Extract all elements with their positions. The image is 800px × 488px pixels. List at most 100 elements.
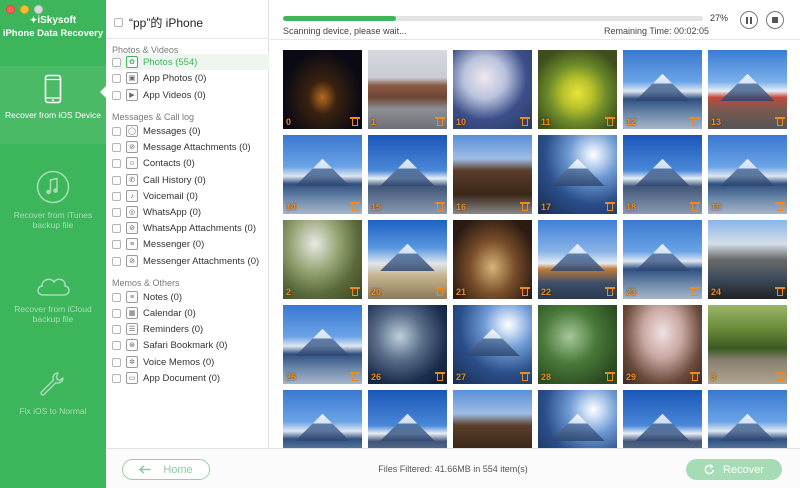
trash-icon[interactable] xyxy=(520,287,530,296)
photo-tile[interactable] xyxy=(708,390,787,448)
photo-tile[interactable]: 16 xyxy=(453,135,532,214)
checkbox[interactable] xyxy=(112,126,121,136)
checkbox[interactable] xyxy=(112,373,121,383)
trash-icon[interactable] xyxy=(350,372,360,381)
checkbox[interactable] xyxy=(112,256,121,266)
photo-tile[interactable]: 12 xyxy=(623,50,702,129)
photo-tile[interactable]: 15 xyxy=(368,135,447,214)
nav-recover-itunes-backup[interactable]: Recover from iTunes backup file xyxy=(0,170,106,230)
home-button[interactable]: Home xyxy=(122,459,210,480)
photo-tile[interactable]: 19 xyxy=(708,135,787,214)
trash-icon[interactable] xyxy=(520,372,530,381)
trash-icon[interactable] xyxy=(775,372,785,381)
photo-tile[interactable]: 18 xyxy=(623,135,702,214)
category-call-history[interactable]: ✆ Call History (0) xyxy=(112,172,269,188)
checkbox[interactable] xyxy=(112,308,121,318)
checkbox[interactable] xyxy=(112,239,121,249)
checkbox[interactable] xyxy=(112,357,121,367)
checkbox[interactable] xyxy=(112,158,121,168)
photo-tile[interactable] xyxy=(538,390,617,448)
category-photos[interactable]: ✿ Photos (554) xyxy=(112,54,269,70)
photo-tile[interactable]: 3 xyxy=(708,305,787,384)
trash-icon[interactable] xyxy=(435,202,445,211)
photo-tile[interactable]: 27 xyxy=(453,305,532,384)
photo-tile[interactable]: 21 xyxy=(453,220,532,299)
photo-tile[interactable] xyxy=(453,390,532,448)
trash-icon[interactable] xyxy=(435,372,445,381)
photo-tile[interactable]: 14 xyxy=(283,135,362,214)
photo-tile[interactable]: 2 xyxy=(283,220,362,299)
trash-icon[interactable] xyxy=(605,287,615,296)
photo-tile[interactable]: 10 xyxy=(453,50,532,129)
trash-icon[interactable] xyxy=(775,202,785,211)
photo-tile[interactable]: 0 xyxy=(283,50,362,129)
photo-tile[interactable]: 13 xyxy=(708,50,787,129)
trash-icon[interactable] xyxy=(690,202,700,211)
checkbox[interactable] xyxy=(112,207,121,217)
trash-icon[interactable] xyxy=(775,287,785,296)
trash-icon[interactable] xyxy=(435,287,445,296)
checkbox[interactable] xyxy=(112,175,121,185)
category-messenger[interactable]: ≡ Messenger (0) xyxy=(112,236,269,252)
trash-icon[interactable] xyxy=(605,372,615,381)
category-safari-bookmark[interactable]: ⊛ Safari Bookmark (0) xyxy=(112,337,269,353)
checkbox[interactable] xyxy=(112,57,121,67)
checkbox[interactable] xyxy=(112,340,121,350)
photo-tile[interactable]: 23 xyxy=(623,220,702,299)
checkbox[interactable] xyxy=(112,142,121,152)
photo-tile[interactable]: 25 xyxy=(283,305,362,384)
photo-tile[interactable] xyxy=(283,390,362,448)
minimize-window-button[interactable] xyxy=(20,5,29,14)
photo-tile[interactable]: 24 xyxy=(708,220,787,299)
pause-button[interactable] xyxy=(740,11,758,29)
trash-icon[interactable] xyxy=(690,117,700,126)
photo-tile[interactable]: 29 xyxy=(623,305,702,384)
category-whatsapp[interactable]: ◎ WhatsApp (0) xyxy=(112,204,269,220)
category-voice-memos[interactable]: ✲ Voice Memos (0) xyxy=(112,354,269,370)
photo-tile[interactable] xyxy=(368,390,447,448)
nav-recover-ios-device[interactable]: Recover from iOS Device xyxy=(0,66,106,144)
recover-button[interactable]: Recover xyxy=(686,459,782,480)
photo-tile[interactable] xyxy=(623,390,702,448)
checkbox[interactable] xyxy=(112,292,121,302)
category-messenger-attachments[interactable]: ⊘ Messenger Attachments (0) xyxy=(112,253,269,269)
checkbox[interactable] xyxy=(112,90,121,100)
trash-icon[interactable] xyxy=(605,202,615,211)
category-notes[interactable]: ≡ Notes (0) xyxy=(112,289,269,305)
photo-tile[interactable]: 26 xyxy=(368,305,447,384)
device-checkbox[interactable] xyxy=(114,18,123,27)
category-app-photos[interactable]: ▣ App Photos (0) xyxy=(112,70,269,86)
trash-icon[interactable] xyxy=(520,117,530,126)
checkbox[interactable] xyxy=(112,324,121,334)
category-contacts[interactable]: ☺ Contacts (0) xyxy=(112,155,269,171)
stop-button[interactable] xyxy=(766,11,784,29)
nav-fix-ios[interactable]: Fix iOS to Normal xyxy=(0,370,106,416)
category-voicemail[interactable]: ♪ Voicemail (0) xyxy=(112,188,269,204)
trash-icon[interactable] xyxy=(435,117,445,126)
trash-icon[interactable] xyxy=(520,202,530,211)
trash-icon[interactable] xyxy=(775,117,785,126)
close-window-button[interactable] xyxy=(6,5,15,14)
checkbox[interactable] xyxy=(112,223,121,233)
trash-icon[interactable] xyxy=(350,287,360,296)
category-messages[interactable]: ◯ Messages (0) xyxy=(112,123,269,139)
photo-tile[interactable]: 1 xyxy=(368,50,447,129)
checkbox[interactable] xyxy=(112,191,121,201)
category-app-document[interactable]: ▭ App Document (0) xyxy=(112,370,269,386)
photo-tile[interactable]: 17 xyxy=(538,135,617,214)
device-row[interactable]: “pp”的 iPhone xyxy=(114,14,203,31)
trash-icon[interactable] xyxy=(605,117,615,126)
trash-icon[interactable] xyxy=(690,372,700,381)
category-reminders[interactable]: ☰ Reminders (0) xyxy=(112,321,269,337)
trash-icon[interactable] xyxy=(350,117,360,126)
category-whatsapp-attachments[interactable]: ⊘ WhatsApp Attachments (0) xyxy=(112,220,269,236)
category-message-attachments[interactable]: ⊘ Message Attachments (0) xyxy=(112,139,269,155)
photo-tile[interactable]: 28 xyxy=(538,305,617,384)
photo-tile[interactable]: 22 xyxy=(538,220,617,299)
trash-icon[interactable] xyxy=(690,287,700,296)
category-calendar[interactable]: ▦ Calendar (0) xyxy=(112,305,269,321)
checkbox[interactable] xyxy=(112,73,121,83)
category-app-videos[interactable]: ▶ App Videos (0) xyxy=(112,87,269,103)
photo-tile[interactable]: 11 xyxy=(538,50,617,129)
trash-icon[interactable] xyxy=(350,202,360,211)
